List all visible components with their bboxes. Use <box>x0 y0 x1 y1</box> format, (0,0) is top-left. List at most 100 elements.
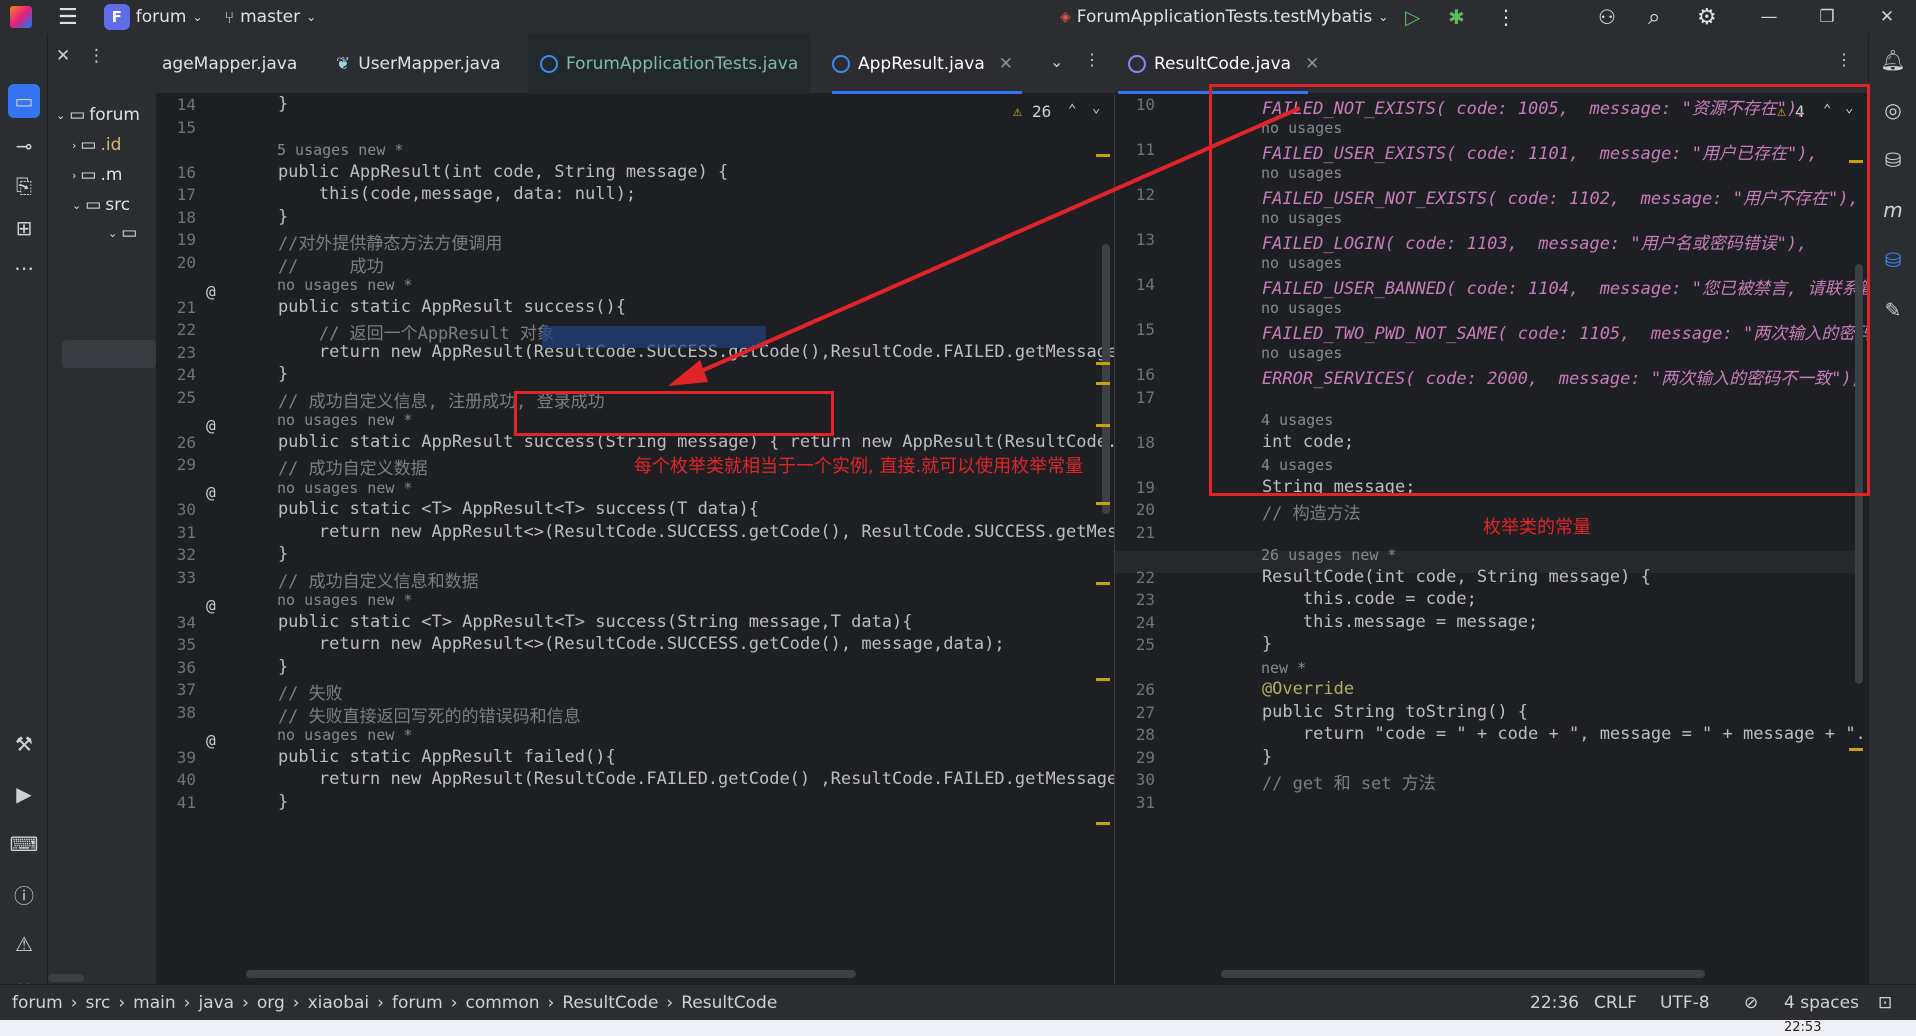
warnings-icon[interactable]: ⚠ <box>8 928 40 960</box>
breadcrumb-item[interactable]: java <box>198 993 234 1013</box>
code-line[interactable]: ResultCode(int code, String message) { <box>1221 567 1651 587</box>
code-line[interactable]: // 返回一个AppResult 对象 <box>237 319 554 344</box>
code-line[interactable]: // 失败 <box>237 679 343 704</box>
line-number[interactable]: 25 <box>1115 635 1155 654</box>
usage-hint[interactable]: 5 usages new * <box>277 141 403 159</box>
line-number[interactable]: 16 <box>156 163 196 182</box>
line-number[interactable]: 36 <box>156 658 196 677</box>
line-number[interactable]: 16 <box>1115 365 1155 384</box>
chevron-down-icon[interactable]: ⌄ <box>1092 100 1100 116</box>
line-number[interactable]: 19 <box>156 230 196 249</box>
tab-user-mapper[interactable]: ❦ UserMapper.java <box>336 34 501 94</box>
tab-options-icon[interactable]: ⋮ <box>1084 50 1100 69</box>
breadcrumb-item[interactable]: forum <box>392 993 443 1013</box>
close-button[interactable]: ✕ <box>1858 0 1916 34</box>
line-number[interactable]: 26 <box>156 433 196 452</box>
line-number[interactable]: 32 <box>156 545 196 564</box>
usage-hint[interactable]: no usages new * <box>277 726 412 744</box>
code-line[interactable]: // 失败直接返回写死的的错误码和信息 <box>237 702 581 727</box>
branch-selector[interactable]: ⑂ master ⌄ <box>225 7 317 27</box>
override-gutter-icon[interactable]: @ <box>206 731 216 750</box>
line-number[interactable]: 25 <box>156 388 196 407</box>
line-number[interactable]: 35 <box>156 635 196 654</box>
code-line[interactable]: return new AppResult<>(ResultCode.SUCCES… <box>237 634 1005 654</box>
line-number[interactable]: 21 <box>156 298 196 317</box>
code-line[interactable]: public AppResult(int code, String messag… <box>237 162 728 182</box>
horizontal-scrollbar[interactable] <box>1221 970 1705 978</box>
code-line[interactable]: } <box>237 544 288 564</box>
add-user-icon[interactable]: ⚇ <box>1598 5 1616 29</box>
line-number[interactable]: 27 <box>1115 703 1155 722</box>
tree-item[interactable]: › ▭ .id <box>72 132 121 158</box>
code-line[interactable]: // 成功自定义数据 <box>237 454 428 479</box>
tab-options-icon[interactable]: ⋮ <box>1836 50 1852 69</box>
maven-icon[interactable]: m <box>1877 194 1909 226</box>
line-number[interactable]: 12 <box>1115 185 1155 204</box>
code-line[interactable]: } <box>1221 747 1272 767</box>
code-line[interactable]: } <box>237 94 288 114</box>
code-line[interactable]: // 成功 <box>237 252 384 277</box>
line-number[interactable]: 29 <box>156 455 196 474</box>
line-number[interactable]: 31 <box>1115 793 1155 812</box>
line-number[interactable]: 21 <box>1115 523 1155 542</box>
line-number[interactable]: 11 <box>1115 140 1155 159</box>
vertical-scrollbar[interactable] <box>1102 244 1110 514</box>
line-number[interactable]: 15 <box>156 118 196 137</box>
code-line[interactable]: return new AppResult<>(ResultCode.SUCCES… <box>237 522 1114 542</box>
chevron-up-icon[interactable]: ⌃ <box>1068 102 1076 118</box>
code-line[interactable]: public String toString() { <box>1221 702 1528 722</box>
breadcrumb-item[interactable]: org <box>257 993 285 1013</box>
line-number[interactable]: 18 <box>1115 433 1155 452</box>
tree-item[interactable]: › ▭ .m <box>72 162 122 188</box>
code-line[interactable]: //对外提供静态方法方便调用 <box>237 229 502 254</box>
run-config-selector[interactable]: ◈ ForumApplicationTests.testMybatis ⌄ <box>1060 7 1388 27</box>
breadcrumb-item[interactable]: ResultCode <box>562 993 658 1013</box>
usage-hint[interactable]: no usages new * <box>277 479 412 497</box>
tree-item[interactable]: ⌄ ▭ <box>108 220 137 246</box>
line-number[interactable]: 33 <box>156 568 196 587</box>
code-line[interactable]: } <box>237 207 288 227</box>
code-line[interactable]: this.message = message; <box>1221 612 1538 632</box>
close-tab-icon[interactable]: ✕ <box>1305 54 1319 74</box>
run-icon[interactable]: ▷ <box>1405 5 1420 29</box>
search-icon[interactable]: ⌕ <box>1648 5 1660 30</box>
code-line[interactable]: public static <T> AppResult<T> success(S… <box>237 612 913 632</box>
code-line[interactable]: public static AppResult success(){ <box>237 297 626 317</box>
code-line[interactable]: @Override <box>1221 679 1354 699</box>
line-number[interactable]: 38 <box>156 703 196 722</box>
tab-page-mapper[interactable]: ageMapper.java <box>162 34 297 94</box>
project-selector[interactable]: F forum ⌄ <box>103 4 203 30</box>
line-number[interactable]: 37 <box>156 680 196 699</box>
line-number[interactable]: 17 <box>1115 388 1155 407</box>
breadcrumb-item[interactable]: src <box>86 993 111 1013</box>
usage-hint[interactable]: no usages new * <box>277 276 412 294</box>
line-number[interactable]: 34 <box>156 613 196 632</box>
code-line[interactable]: // 构造方法 <box>1221 499 1361 524</box>
line-number[interactable]: 30 <box>156 500 196 519</box>
indent-setting[interactable]: 4 spaces <box>1784 993 1859 1013</box>
terminal-icon[interactable]: ⌨ <box>8 828 40 860</box>
breadcrumb-item[interactable]: xiaobai <box>308 993 370 1013</box>
ai-assistant-icon[interactable]: ◎ <box>1877 94 1909 126</box>
line-number[interactable]: 14 <box>156 95 196 114</box>
panel-options-icon[interactable]: ⋮ <box>88 46 105 66</box>
code-line[interactable]: // get 和 set 方法 <box>1221 769 1436 794</box>
code-line[interactable]: return "code = " + code + ", message = "… <box>1221 724 1868 744</box>
project-folder-icon[interactable]: ▭ <box>8 84 40 118</box>
tree-item[interactable]: ⌄ ▭ src <box>72 192 130 218</box>
usage-hint[interactable]: no usages new * <box>277 591 412 609</box>
line-number[interactable]: 24 <box>1115 613 1155 632</box>
line-number[interactable]: 26 <box>1115 680 1155 699</box>
code-line[interactable]: public static AppResult failed(){ <box>237 747 616 767</box>
line-number[interactable]: 23 <box>1115 590 1155 609</box>
line-ending[interactable]: CRLF <box>1594 993 1637 1013</box>
code-style-icon[interactable]: ⊘ <box>1744 993 1758 1013</box>
code-line[interactable]: } <box>1221 634 1272 654</box>
breadcrumb-item[interactable]: forum <box>12 993 63 1013</box>
services-icon[interactable]: ▶ <box>8 778 40 810</box>
line-number[interactable]: 20 <box>156 253 196 272</box>
breadcrumb-item[interactable]: ResultCode <box>681 993 777 1013</box>
code-line[interactable]: } <box>237 657 288 677</box>
line-number[interactable]: 28 <box>1115 725 1155 744</box>
debug-icon[interactable]: ✱ <box>1448 5 1465 29</box>
